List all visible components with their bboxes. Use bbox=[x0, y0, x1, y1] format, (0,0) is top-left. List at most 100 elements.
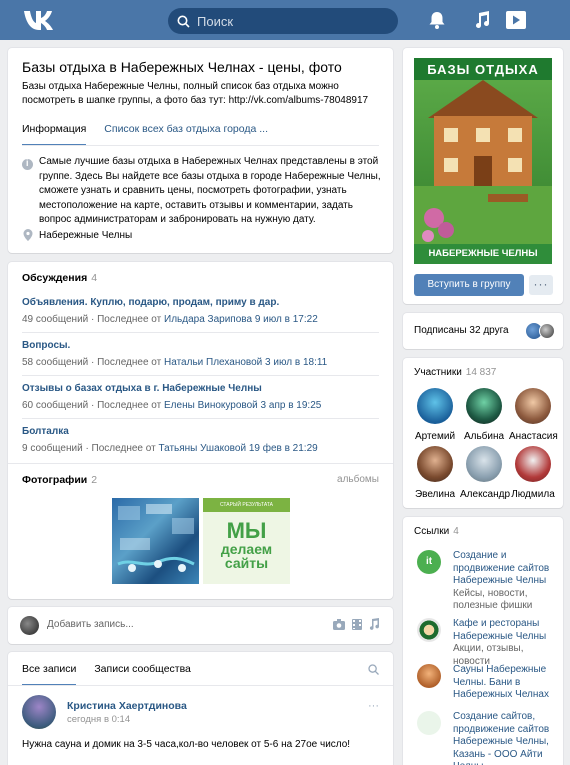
photo-text: МЫ bbox=[226, 518, 267, 543]
location-pin-icon bbox=[23, 229, 33, 241]
divider bbox=[22, 418, 379, 419]
search-icon[interactable] bbox=[368, 664, 379, 675]
link-item[interactable]: Создание сайтов, продвижение сайтов Набе… bbox=[417, 711, 557, 765]
members-header[interactable]: Участники 14 837 bbox=[414, 367, 496, 378]
more-actions-button[interactable]: ··· bbox=[529, 275, 553, 295]
topic-last-author[interactable]: Ильдара Зарипова bbox=[164, 314, 252, 325]
member-item[interactable]: Людмила bbox=[509, 446, 557, 500]
discussions-header[interactable]: Обсуждения 4 bbox=[22, 272, 97, 284]
link-item[interactable]: Кафе и рестораны Набережные Челны Акции, … bbox=[417, 618, 557, 668]
top-bar: Поиск bbox=[0, 0, 570, 40]
photo-text: делаем bbox=[220, 541, 273, 557]
video-clip-icon[interactable] bbox=[352, 619, 362, 630]
post-author-avatar[interactable] bbox=[22, 695, 56, 729]
member-item[interactable]: Артемий bbox=[411, 388, 459, 442]
topic-meta: 49 сообщений · Последнее от Ильдара Зари… bbox=[22, 314, 318, 325]
member-avatar bbox=[466, 446, 502, 482]
link-logo-it: it bbox=[417, 550, 441, 574]
member-name: Александр bbox=[460, 489, 511, 500]
topic-last-author[interactable]: Натальи Плехановой bbox=[164, 357, 262, 368]
composer-input[interactable]: Добавить запись... bbox=[47, 619, 134, 630]
topic-date[interactable]: 9 июл в 17:22 bbox=[255, 314, 318, 325]
topic-item[interactable]: Вопросы. 58 сообщений · Последнее от Нат… bbox=[22, 340, 379, 368]
link-title[interactable]: Создание сайтов, продвижение сайтов Набе… bbox=[453, 711, 557, 765]
member-item[interactable]: Эвелина bbox=[411, 446, 459, 500]
friends-text: Подписаны 32 друга bbox=[414, 325, 509, 336]
post-author[interactable]: Кристина Хаертдинова bbox=[67, 700, 187, 712]
infographic-image bbox=[117, 504, 195, 572]
link-title[interactable]: Создание и продвижение сайтов Набережные… bbox=[453, 550, 557, 588]
link-logo-web bbox=[417, 711, 441, 735]
post-text: Нужна сауна и домик на 3-5 часа,кол-во ч… bbox=[22, 739, 351, 750]
photo-text: сайты bbox=[224, 555, 269, 571]
topic-date[interactable]: 3 апр в 19:25 bbox=[261, 400, 322, 411]
topic-title[interactable]: Болталка bbox=[22, 426, 379, 437]
topic-date[interactable]: 19 фев в 21:29 bbox=[249, 443, 318, 454]
link-item[interactable]: Сауны Набережные Челны. Бани в Набережны… bbox=[417, 664, 557, 702]
member-name: Альбина bbox=[463, 431, 505, 442]
link-logo-sauna bbox=[417, 664, 441, 688]
tab-community-posts[interactable]: Записи сообщества bbox=[94, 663, 191, 686]
photo-thumbnail[interactable] bbox=[112, 498, 199, 584]
group-description: Самые лучшие базы отдыха в Набережных Че… bbox=[39, 156, 381, 225]
post-composer[interactable]: Добавить запись... bbox=[8, 607, 393, 644]
member-name: Эвелина bbox=[414, 489, 456, 500]
bell-icon[interactable] bbox=[427, 10, 447, 30]
music-icon[interactable] bbox=[472, 10, 492, 30]
group-location: Набережные Челны bbox=[39, 230, 133, 241]
member-name: Анастасия bbox=[509, 431, 558, 442]
tab-all-posts[interactable]: Все записи bbox=[22, 663, 77, 686]
tab-bases-list[interactable]: Список всех баз отдыха города ... bbox=[104, 123, 268, 146]
divider bbox=[22, 375, 379, 376]
photo-banner: СТАРЫЙ РЕЗУЛЬТАТА bbox=[203, 498, 290, 512]
topic-item[interactable]: Объявления. Куплю, подарю, продам, приму… bbox=[22, 297, 379, 325]
topic-item[interactable]: Отзывы о базах отдыха в г. Набережные Че… bbox=[22, 383, 379, 411]
links-header[interactable]: Ссылки 4 bbox=[414, 526, 459, 537]
link-title[interactable]: Кафе и рестораны Набережные Челны bbox=[453, 618, 557, 643]
group-cover-image[interactable]: БАЗЫ ОТДЫХА НАБЕРЕЖНЫЕ ЧЕЛНЫ bbox=[414, 58, 552, 264]
topic-last-author[interactable]: Татьяны Ушаковой bbox=[158, 443, 246, 454]
topic-date[interactable]: 3 июл в 18:11 bbox=[265, 357, 327, 368]
photos-header[interactable]: Фотографии 2 bbox=[22, 474, 97, 486]
topic-title[interactable]: Объявления. Куплю, подарю, продам, приму… bbox=[22, 297, 379, 308]
topic-title[interactable]: Отзывы о базах отдыха в г. Набережные Че… bbox=[22, 383, 379, 394]
topic-last-author[interactable]: Елены Винокуровой bbox=[164, 400, 258, 411]
wall-tabs: Все записи Записи сообщества bbox=[22, 663, 209, 686]
members-card: Участники 14 837 Артемий Альбина Анастаси… bbox=[403, 358, 563, 508]
avatar bbox=[20, 616, 39, 635]
friend-avatar[interactable] bbox=[539, 323, 555, 339]
member-name: Людмила bbox=[511, 489, 555, 500]
link-title[interactable]: Сауны Набережные Челны. Бани в Набережны… bbox=[453, 664, 557, 702]
page-title: Базы отдыха в Набережных Челнах - цены, … bbox=[22, 59, 342, 75]
topic-item[interactable]: Болталка 9 сообщений · Последнее от Тать… bbox=[22, 426, 379, 454]
vk-logo-icon[interactable] bbox=[22, 8, 58, 32]
member-avatar bbox=[515, 388, 551, 424]
search-icon bbox=[177, 15, 190, 28]
topic-title[interactable]: Вопросы. bbox=[22, 340, 379, 351]
music-note-icon[interactable] bbox=[369, 618, 379, 630]
wall-card: Все записи Записи сообщества Кристина Ха… bbox=[8, 652, 393, 765]
divider bbox=[22, 332, 379, 333]
house-image bbox=[414, 58, 552, 264]
albums-link[interactable]: альбомы bbox=[337, 474, 379, 485]
member-avatar bbox=[515, 446, 551, 482]
link-description: Кейсы, новости, полезные фишки bbox=[453, 587, 533, 612]
info-tabs: Информация Список всех баз отдыха города… bbox=[22, 123, 286, 146]
search-input[interactable]: Поиск bbox=[168, 8, 398, 34]
divider bbox=[8, 463, 393, 464]
member-item[interactable]: Анастасия bbox=[509, 388, 558, 442]
tab-info[interactable]: Информация bbox=[22, 123, 87, 146]
join-group-button[interactable]: Вступить в группу bbox=[414, 274, 524, 296]
video-icon[interactable] bbox=[505, 10, 527, 30]
member-avatar bbox=[417, 446, 453, 482]
post-more-button[interactable]: ··· bbox=[368, 700, 379, 712]
member-item[interactable]: Альбина bbox=[460, 388, 508, 442]
post-time[interactable]: сегодня в 0:14 bbox=[67, 714, 130, 725]
cover-subtitle: НАБЕРЕЖНЫЕ ЧЕЛНЫ bbox=[428, 248, 538, 259]
link-item[interactable]: it Создание и продвижение сайтов Набереж… bbox=[417, 550, 557, 613]
camera-icon[interactable] bbox=[333, 619, 345, 630]
friends-card[interactable]: Подписаны 32 друга bbox=[403, 313, 563, 349]
member-item[interactable]: Александр bbox=[460, 446, 511, 500]
photo-thumbnail[interactable]: СТАРЫЙ РЕЗУЛЬТАТА МЫ делаем сайты bbox=[203, 498, 290, 584]
search-placeholder: Поиск bbox=[197, 13, 234, 29]
